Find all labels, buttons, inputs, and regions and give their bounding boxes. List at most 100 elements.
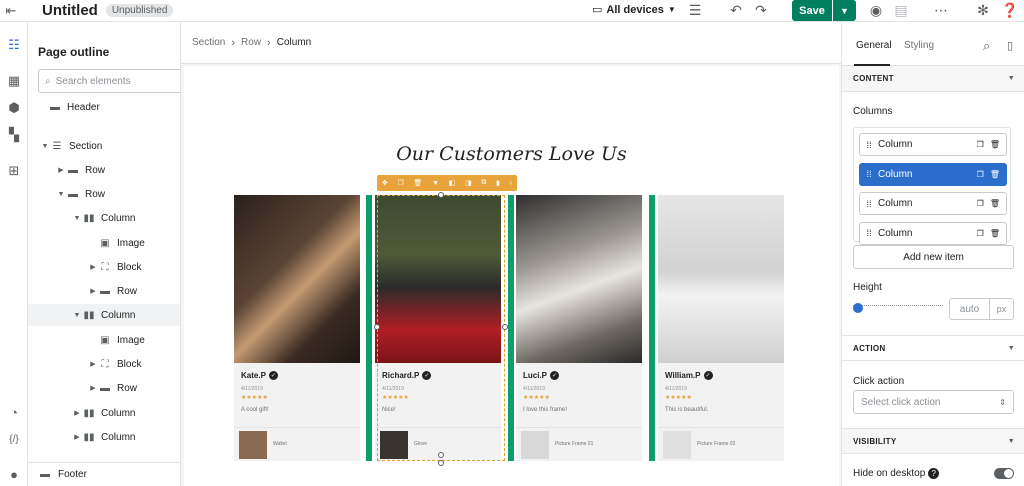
trash-icon[interactable]: ▮ — [496, 179, 500, 187]
content-section-header[interactable]: CONTENT ▼ — [842, 66, 1024, 92]
testimonial-card[interactable]: Luci.P ✓ 4/11/2019 ★★★★★ I love this frame! P… — [516, 195, 642, 461]
chat-icon[interactable]: ● — [5, 465, 23, 483]
search-input[interactable]: ⌕ Search elements — [38, 69, 180, 93]
duplicate-icon[interactable]: ❐ — [977, 170, 984, 179]
outline-node[interactable]: ▶ ▬ Row — [28, 159, 180, 181]
save-icon[interactable]: ▼ — [432, 180, 439, 187]
action-section-header[interactable]: ACTION ▼ — [842, 335, 1024, 361]
column-item[interactable]: ⁞⁞ Column ❐ 🗑 — [859, 221, 1007, 245]
duplicate-icon[interactable]: ❐ — [977, 199, 984, 208]
code-icon[interactable]: {/} — [5, 430, 23, 448]
add-section-icon[interactable]: ⊞ — [5, 162, 23, 180]
product-name[interactable]: Picture Frame 02 — [697, 441, 735, 447]
resize-handle-top[interactable] — [438, 192, 444, 198]
outline-node[interactable]: ▶ ⛶ Block — [28, 256, 180, 278]
section-heading[interactable]: Our Customers Love Us — [184, 143, 839, 165]
caret-down-icon[interactable]: ▼ — [56, 191, 66, 198]
delete-icon[interactable]: 🗑 — [990, 170, 1000, 179]
history-icon[interactable]: ◔ — [5, 403, 23, 421]
caret-down-icon[interactable]: ▼ — [72, 312, 82, 319]
more-icon[interactable]: ⋯ — [932, 2, 950, 19]
drag-handle-icon[interactable]: ⁞⁞ — [860, 199, 878, 209]
sliders-icon[interactable]: ☰ — [686, 2, 704, 19]
caret-down-icon[interactable]: ▼ — [40, 143, 50, 150]
outline-node[interactable]: ▣ Image — [28, 232, 180, 254]
outline-node[interactable]: ▶ ⛶ Block — [28, 353, 180, 375]
height-slider-knob[interactable] — [853, 303, 863, 313]
outline-node[interactable]: ▼ ▬ Row — [28, 183, 180, 205]
paste-style-icon[interactable]: ◨ — [465, 179, 472, 187]
caret-right-icon[interactable]: ▶ — [88, 287, 98, 295]
drag-handle-icon[interactable]: ⁞⁞ — [860, 169, 878, 179]
duplicate-icon[interactable]: ❐ — [397, 179, 403, 187]
breadcrumb-item[interactable]: Section — [192, 37, 225, 48]
height-slider-track[interactable] — [853, 305, 943, 309]
page-title[interactable]: Untitled — [42, 2, 98, 19]
collapse-icon[interactable]: ‹ — [510, 180, 512, 187]
caret-right-icon[interactable]: ▶ — [88, 384, 98, 392]
outline-node[interactable]: ▶ ▮▮ Column — [28, 426, 180, 448]
outline-node[interactable]: ▶ ▮▮ Column — [28, 402, 180, 424]
help-icon[interactable]: ❓ — [1001, 2, 1019, 19]
breadcrumb-item[interactable]: Row — [241, 37, 261, 48]
layout-icon[interactable]: ▤ — [892, 2, 910, 19]
tab-styling[interactable]: Styling — [904, 40, 934, 51]
duplicate-icon[interactable]: ❐ — [977, 229, 984, 238]
column-item[interactable]: ⁞⁞ Column ❐ 🗑 — [859, 133, 1007, 156]
delete-icon[interactable]: 🗑 — [990, 140, 1000, 149]
save-options-button[interactable]: ▼ — [833, 0, 856, 21]
shopify-icon[interactable]: ⬢ — [5, 99, 23, 117]
caret-right-icon[interactable]: ▶ — [72, 409, 82, 417]
add-new-item-button[interactable]: Add new item — [853, 245, 1014, 269]
outline-node[interactable]: ▶ ▬ Row — [28, 280, 180, 302]
outline-node[interactable]: ▼ ☰ Section — [28, 135, 180, 157]
search-icon[interactable]: ⌕ — [983, 38, 990, 54]
outline-node[interactable]: ▣ Image — [28, 329, 180, 351]
delete-icon[interactable]: 🗑 — [413, 179, 422, 187]
eye-icon[interactable]: ◉ — [867, 2, 885, 19]
outline-node[interactable]: ▼ ▮▮ Column — [28, 207, 180, 229]
click-action-select[interactable]: Select click action ⇕ — [853, 390, 1014, 414]
caret-right-icon[interactable]: ▶ — [88, 360, 98, 368]
save-button[interactable]: Save — [792, 0, 832, 21]
testimonial-card[interactable]: Kate.P ✓ 4/11/2019 ★★★★★ A cool gift! Wallet — [234, 195, 360, 461]
testimonial-card[interactable]: William.P ✓ 4/11/2019 ★★★★★ This is beautifu… — [658, 195, 784, 461]
resize-handle-bottom[interactable] — [438, 452, 444, 458]
caret-right-icon[interactable]: ▶ — [72, 433, 82, 441]
apps-icon[interactable]: ▚ — [5, 126, 23, 144]
hide-desktop-toggle[interactable] — [994, 468, 1014, 479]
outline-icon[interactable]: ☷ — [5, 36, 23, 54]
resize-handle-bottom-outer[interactable] — [438, 460, 444, 466]
duplicate-icon[interactable]: ❐ — [977, 140, 984, 149]
drag-handle-icon[interactable]: ⁞⁞ — [860, 140, 878, 150]
outline-footer-item[interactable]: ▬ Footer — [28, 462, 180, 486]
device-select[interactable]: ▭ All devices ▼ — [592, 3, 676, 17]
settings-icon[interactable]: ✻ — [974, 2, 992, 19]
height-input[interactable]: auto — [949, 298, 990, 320]
copy-icon[interactable]: ⧉ — [481, 179, 486, 187]
editor-canvas[interactable]: Section › Row › Column ☝ Our Customers L… — [181, 22, 841, 486]
caret-right-icon[interactable]: ▶ — [88, 263, 98, 271]
caret-right-icon[interactable]: ▶ — [56, 166, 66, 174]
product-name[interactable]: Picture Frame 01 — [555, 441, 593, 447]
move-icon[interactable]: ✥ — [382, 179, 388, 187]
redo-icon[interactable]: ↷ — [752, 2, 770, 19]
outline-node[interactable]: ▬ Header — [28, 96, 180, 118]
outline-node[interactable]: ▼ ▮▮ Column — [28, 304, 180, 326]
product-name[interactable]: Wallet — [273, 441, 287, 447]
column-item[interactable]: ⁞⁞ Column ❐ 🗑 — [859, 162, 1007, 186]
undo-icon[interactable]: ↶ — [727, 2, 745, 19]
visibility-section-header[interactable]: VISIBILITY ▼ — [842, 428, 1024, 454]
exit-icon[interactable]: ⇤ — [0, 0, 22, 22]
help-icon[interactable]: ? — [928, 468, 940, 479]
delete-icon[interactable]: 🗑 — [990, 229, 1000, 238]
caret-down-icon[interactable]: ▼ — [72, 215, 82, 222]
breadcrumb-current[interactable]: Column — [277, 37, 311, 48]
document-icon[interactable]: ▯ — [1007, 39, 1013, 52]
tab-general[interactable]: General — [856, 40, 892, 51]
outline-node[interactable]: ▶ ▬ Row — [28, 377, 180, 399]
delete-icon[interactable]: 🗑 — [990, 199, 1000, 208]
column-item[interactable]: ⁞⁞ Column ❐ 🗑 — [859, 192, 1007, 215]
media-icon[interactable]: ▦ — [5, 72, 23, 90]
drag-handle-icon[interactable]: ⁞⁞ — [860, 228, 878, 238]
